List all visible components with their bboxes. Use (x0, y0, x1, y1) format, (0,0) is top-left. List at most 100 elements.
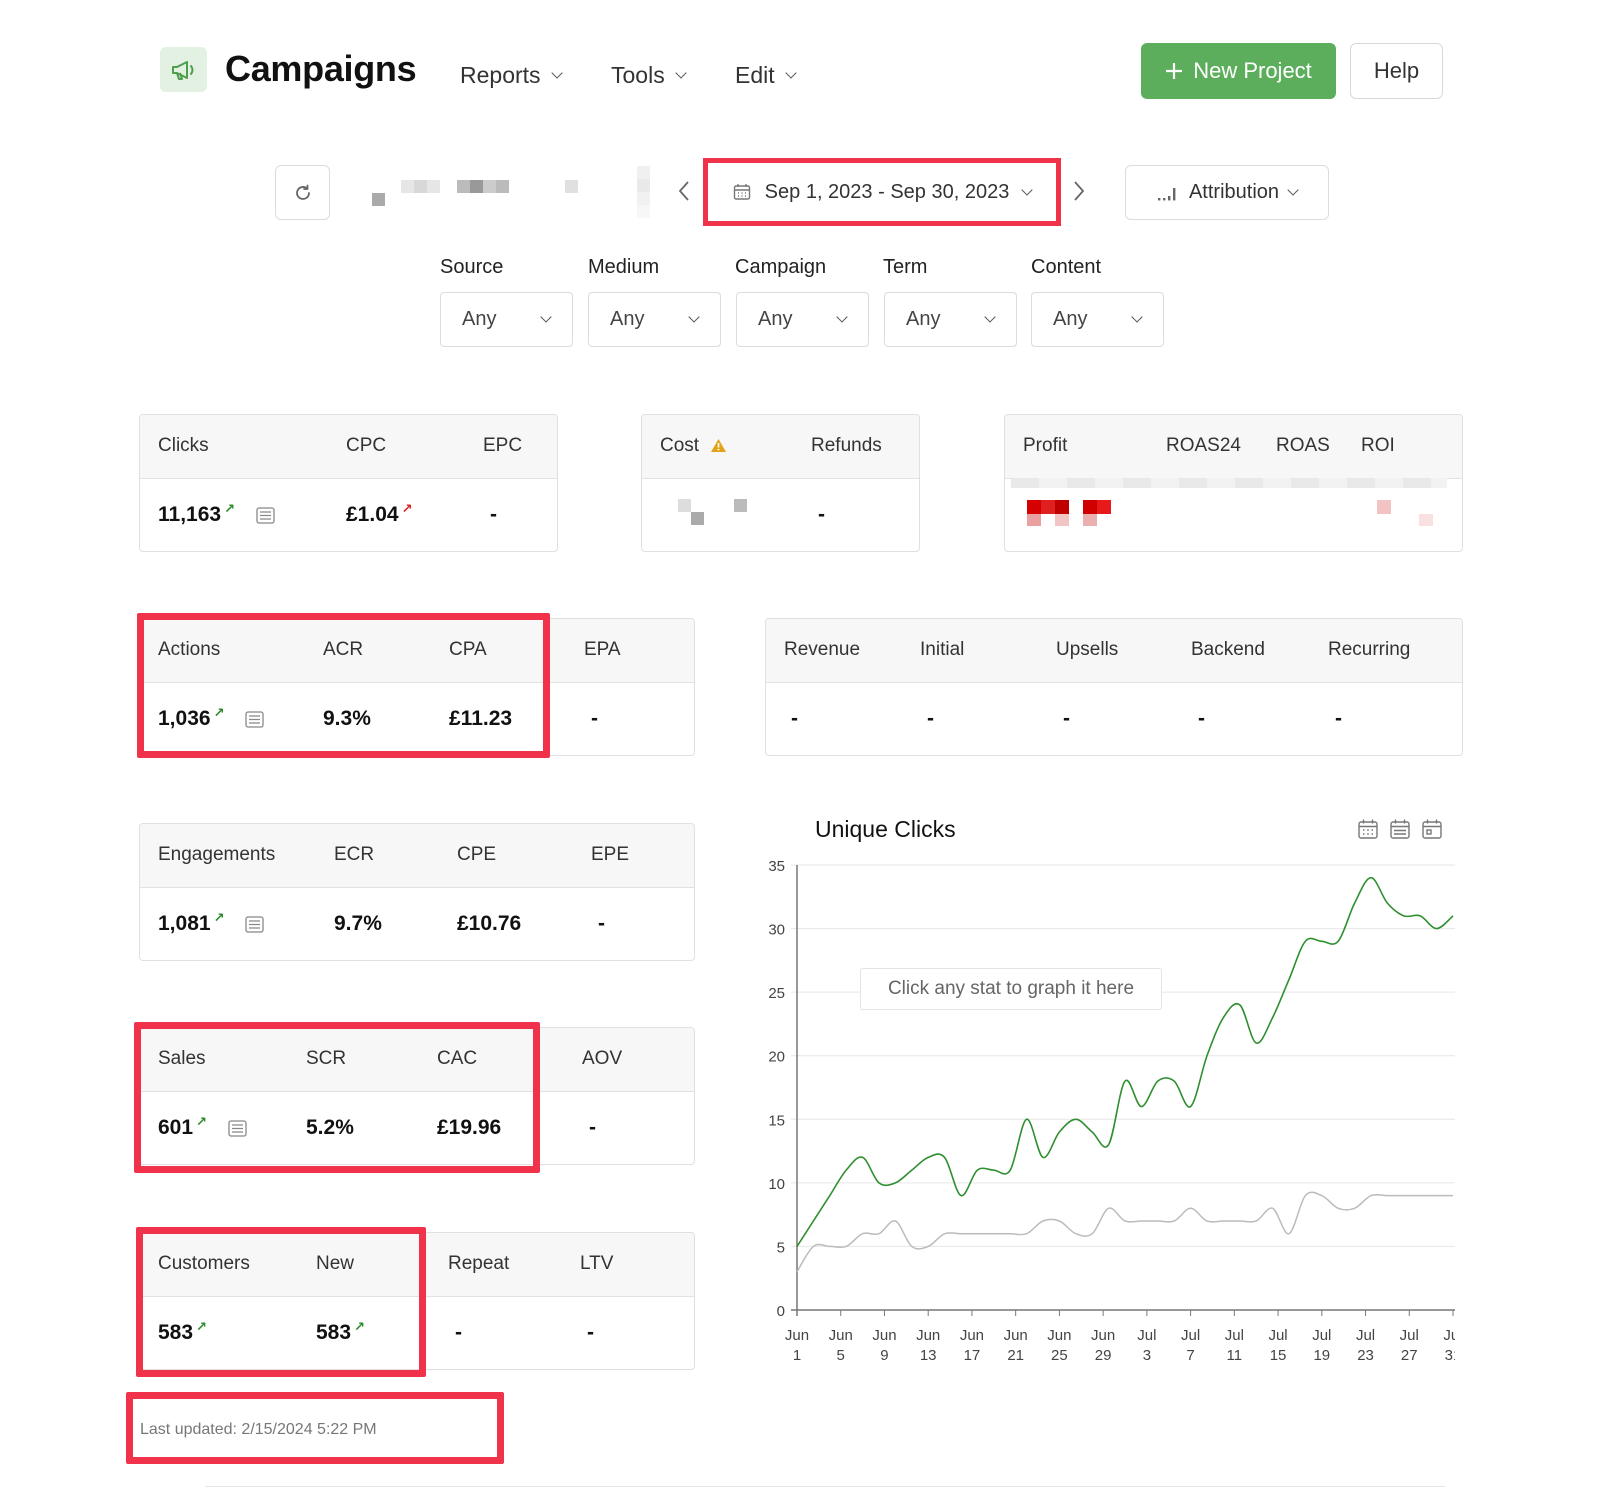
chevron-down-icon (1131, 311, 1143, 323)
cpa-header[interactable]: CPA (449, 639, 487, 661)
x-tick-label: Jun (1004, 1327, 1028, 1344)
filter-label-medium: Medium (588, 256, 660, 278)
refresh-button[interactable] (275, 165, 330, 220)
backend-value[interactable]: - (1198, 707, 1205, 731)
campaign-select[interactable]: Any (736, 292, 869, 347)
stat-value: £1.04 (346, 503, 399, 526)
ecr-header[interactable]: ECR (334, 844, 374, 866)
new-value[interactable]: 583 ↗ (316, 1319, 365, 1345)
revenue-header[interactable]: Revenue (784, 639, 860, 661)
profit-header[interactable]: Profit (1023, 435, 1067, 457)
cac-header[interactable]: CAC (437, 1048, 477, 1070)
actions-header[interactable]: Actions (158, 639, 220, 661)
chevron-down-icon (836, 311, 848, 323)
list-icon[interactable] (228, 1119, 247, 1137)
roas24-header[interactable]: ROAS24 (1166, 435, 1241, 457)
customers-value[interactable]: 583 ↗ (158, 1319, 207, 1345)
redacted-profit-values[interactable] (1027, 500, 1447, 540)
medium-select[interactable]: Any (588, 292, 721, 347)
refunds-value[interactable]: - (818, 503, 825, 527)
refunds-header[interactable]: Refunds (811, 435, 882, 457)
help-button[interactable]: Help (1350, 43, 1443, 99)
repeat-header[interactable]: Repeat (448, 1253, 509, 1275)
trend-up-icon: ↗ (213, 910, 225, 925)
term-select[interactable]: Any (884, 292, 1017, 347)
previous-period-button[interactable] (678, 178, 690, 209)
filter-label-source: Source (440, 256, 504, 278)
x-tick-label: 21 (1007, 1347, 1024, 1360)
revenue-value[interactable]: - (791, 707, 798, 731)
source-select[interactable]: Any (440, 292, 573, 347)
x-tick-label: 27 (1401, 1347, 1418, 1360)
actions-value[interactable]: 1,036 ↗ (158, 705, 265, 731)
new-header[interactable]: New (316, 1253, 354, 1275)
scr-header[interactable]: SCR (306, 1048, 346, 1070)
upsells-header[interactable]: Upsells (1056, 639, 1118, 661)
trend-up-icon: ↗ (196, 1114, 207, 1129)
redacted-project-selector[interactable] (370, 166, 660, 223)
chevron-down-icon (675, 67, 687, 79)
content-select[interactable]: Any (1031, 292, 1164, 347)
sales-header[interactable]: Sales (158, 1048, 206, 1070)
customers-header[interactable]: Customers (158, 1253, 250, 1275)
epa-header[interactable]: EPA (584, 639, 621, 661)
attribution-dropdown[interactable]: Attribution (1125, 165, 1329, 220)
acr-value[interactable]: 9.3% (323, 707, 371, 731)
x-tick-label: Jul (1356, 1327, 1375, 1344)
x-tick-label: Jul (1225, 1327, 1244, 1344)
new-project-button[interactable]: New Project (1141, 43, 1336, 99)
menu-tools[interactable]: Tools (611, 62, 687, 89)
epc-header[interactable]: EPC (483, 435, 522, 457)
date-range-picker[interactable]: Sep 1, 2023 - Sep 30, 2023 (703, 158, 1061, 226)
x-tick-label: Jul (1443, 1327, 1455, 1344)
scr-value[interactable]: 5.2% (306, 1116, 354, 1140)
engagements-header[interactable]: Engagements (158, 844, 275, 866)
recurring-value[interactable]: - (1335, 707, 1342, 731)
revenue-card: Revenue Initial Upsells Backend Recurrin… (765, 618, 1463, 756)
cpc-header[interactable]: CPC (346, 435, 386, 457)
epe-value[interactable]: - (598, 912, 605, 936)
menu-edit[interactable]: Edit (735, 62, 797, 89)
epe-header[interactable]: EPE (591, 844, 629, 866)
warning-icon[interactable] (710, 438, 727, 453)
menu-label: Tools (611, 62, 665, 88)
next-period-button[interactable] (1073, 178, 1085, 209)
upsells-value[interactable]: - (1063, 707, 1070, 731)
chevron-right-icon (1074, 181, 1085, 201)
cost-header[interactable]: Cost (660, 435, 727, 457)
recurring-header[interactable]: Recurring (1328, 639, 1410, 661)
unique-clicks-chart[interactable]: 0 5 10 15 20 25 30 35 Jun 1 Jun 5 Jun 9 Jun 13 Jun 17 Jun 2… (755, 810, 1455, 1360)
menu-reports[interactable]: Reports (460, 62, 563, 89)
cpc-value[interactable]: £1.04 ↗ (346, 501, 413, 527)
clicks-value[interactable]: 11,163 ↗ (158, 501, 275, 527)
list-icon[interactable] (245, 915, 265, 933)
epc-value[interactable]: - (490, 503, 497, 527)
acr-header[interactable]: ACR (323, 639, 363, 661)
repeat-value[interactable]: - (455, 1321, 462, 1345)
app-logo[interactable] (160, 47, 207, 92)
epa-value[interactable]: - (591, 707, 598, 731)
ltv-header[interactable]: LTV (580, 1253, 613, 1275)
cpe-value[interactable]: £10.76 (457, 912, 521, 936)
list-icon[interactable] (245, 710, 265, 728)
trend-up-icon: ↗ (196, 1319, 207, 1334)
redacted-cost-value[interactable] (678, 499, 758, 539)
cpa-value[interactable]: £11.23 (449, 707, 512, 731)
sales-value[interactable]: 601 ↗ (158, 1114, 247, 1140)
aov-header[interactable]: AOV (582, 1048, 622, 1070)
clicks-header[interactable]: Clicks (158, 435, 209, 457)
ltv-value[interactable]: - (587, 1321, 594, 1345)
aov-value[interactable]: - (589, 1116, 596, 1140)
engagements-value[interactable]: 1,081 ↗ (158, 910, 265, 936)
trend-up-icon: ↗ (401, 501, 413, 516)
initial-value[interactable]: - (927, 707, 934, 731)
roas-header[interactable]: ROAS (1276, 435, 1330, 457)
series-line (796, 876, 1454, 1247)
cac-value[interactable]: £19.96 (437, 1116, 501, 1140)
initial-header[interactable]: Initial (920, 639, 964, 661)
list-icon[interactable] (256, 506, 275, 524)
backend-header[interactable]: Backend (1191, 639, 1265, 661)
cpe-header[interactable]: CPE (457, 844, 496, 866)
ecr-value[interactable]: 9.7% (334, 912, 382, 936)
roi-header[interactable]: ROI (1361, 435, 1395, 457)
